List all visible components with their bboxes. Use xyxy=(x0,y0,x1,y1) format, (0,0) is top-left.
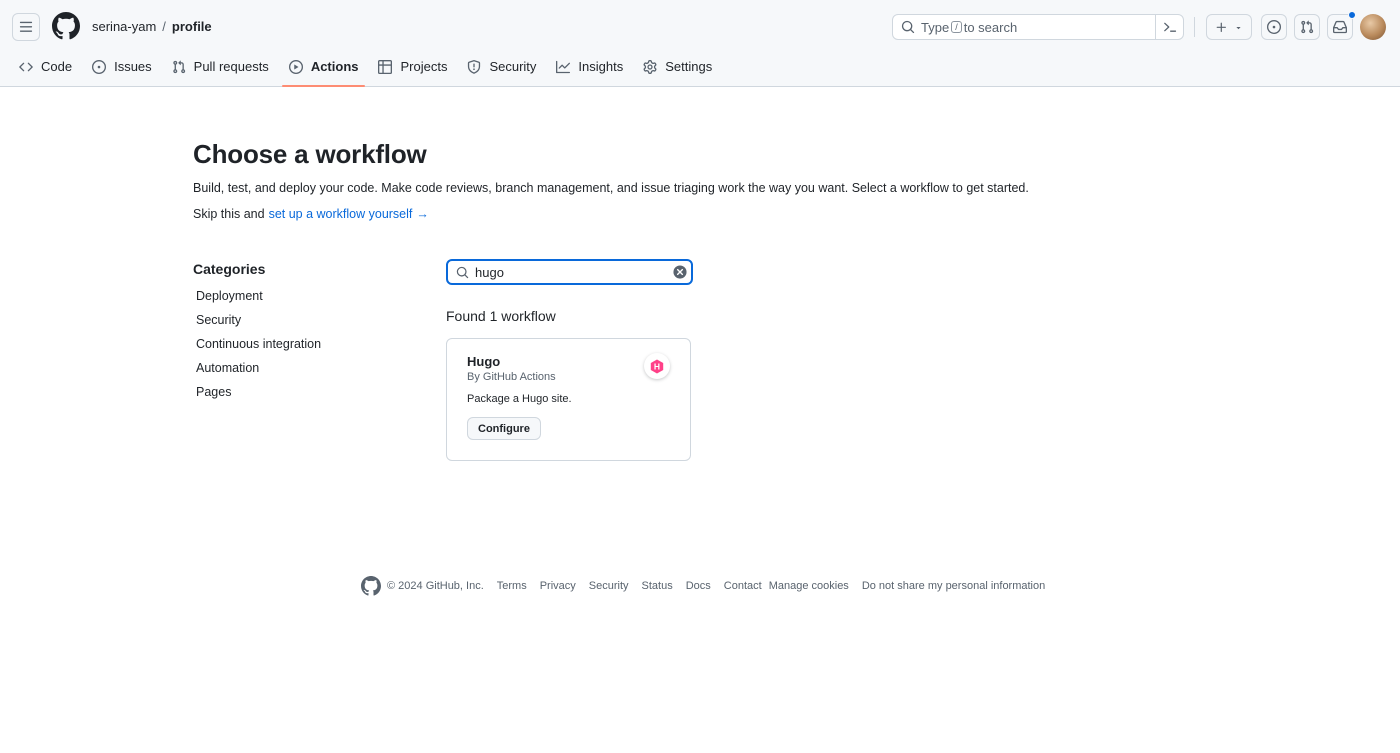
tab-settings-label: Settings xyxy=(665,59,713,74)
repo-nav: Code Issues Pull requests Actions Projec… xyxy=(0,52,725,87)
setup-workflow-link[interactable]: set up a workflow yourself → xyxy=(269,207,429,221)
header-divider xyxy=(1194,17,1195,37)
workflow-search-box xyxy=(446,259,693,285)
hamburger-icon xyxy=(19,21,33,32)
breadcrumb-separator: / xyxy=(162,19,166,34)
workflow-author: By GitHub Actions xyxy=(467,371,556,383)
tab-actions[interactable]: Actions xyxy=(281,52,366,87)
footer-link-do-not-share[interactable]: Do not share my personal information xyxy=(862,580,1045,592)
category-automation[interactable]: Automation xyxy=(193,357,413,381)
footer-link-docs[interactable]: Docs xyxy=(686,580,711,592)
github-footer-logo-icon[interactable] xyxy=(361,576,381,596)
footer: © 2024 GitHub, Inc. Terms Privacy Securi… xyxy=(361,576,1045,596)
tab-pull-requests-label: Pull requests xyxy=(193,59,269,74)
global-search-input[interactable]: Type / to search xyxy=(892,14,1184,40)
command-palette-button[interactable] xyxy=(1155,14,1183,40)
category-deployment[interactable]: Deployment xyxy=(193,285,413,309)
hugo-logo-letter: H xyxy=(654,361,660,371)
search-placeholder: Type / to search xyxy=(921,20,1017,35)
graph-icon xyxy=(556,60,571,73)
tab-issues-label: Issues xyxy=(114,59,152,74)
tab-actions-label: Actions xyxy=(310,59,359,74)
arrow-right-icon: → xyxy=(416,207,429,221)
footer-link-security[interactable]: Security xyxy=(589,580,629,592)
tab-settings[interactable]: Settings xyxy=(636,52,719,81)
search-placeholder-suffix: to search xyxy=(963,19,1018,35)
search-icon xyxy=(901,20,915,34)
categories-sidebar: Categories Deployment Security Continuou… xyxy=(193,261,413,405)
breadcrumb: serina-yam / profile xyxy=(92,19,212,34)
footer-link-manage-cookies[interactable]: Manage cookies xyxy=(769,580,849,592)
setup-workflow-link-label: set up a workflow yourself xyxy=(268,207,413,221)
footer-link-terms[interactable]: Terms xyxy=(497,580,527,592)
clear-search-icon[interactable] xyxy=(673,265,687,279)
shield-icon xyxy=(468,59,481,74)
header-top-row: serina-yam / profile Type / to search xyxy=(0,0,1400,52)
inbox-icon xyxy=(1333,20,1347,34)
repo-link[interactable]: profile xyxy=(172,19,212,34)
category-security[interactable]: Security xyxy=(193,309,413,333)
search-icon xyxy=(456,266,469,278)
unread-indicator xyxy=(1348,11,1356,19)
skip-prefix: Skip this and xyxy=(193,207,265,221)
tab-projects-label: Projects xyxy=(400,59,448,74)
category-continuous-integration[interactable]: Continuous integration xyxy=(193,333,413,357)
caret-down-icon xyxy=(1236,26,1241,29)
search-placeholder-prefix: Type xyxy=(921,19,950,35)
tab-insights-label: Insights xyxy=(578,59,624,74)
terminal-icon xyxy=(1163,22,1176,32)
configure-button[interactable]: Configure xyxy=(467,417,541,440)
footer-copyright: © 2024 GitHub, Inc. xyxy=(387,580,484,592)
slash-key: / xyxy=(951,21,962,33)
tab-projects[interactable]: Projects xyxy=(371,52,454,81)
workflow-search-input[interactable] xyxy=(475,264,665,280)
plus-icon xyxy=(1216,22,1226,32)
gear-icon xyxy=(643,59,657,74)
code-icon xyxy=(19,62,33,71)
github-logo-icon[interactable] xyxy=(52,12,80,40)
avatar[interactable] xyxy=(1360,14,1386,40)
issue-icon xyxy=(92,59,107,74)
tab-code[interactable]: Code xyxy=(12,52,79,81)
app-header: serina-yam / profile Type / to search Co… xyxy=(0,0,1400,87)
notifications-button[interactable] xyxy=(1327,11,1356,40)
play-icon xyxy=(288,59,303,74)
page-description: Build, test, and deploy your code. Make … xyxy=(193,181,1029,195)
footer-link-contact[interactable]: Contact xyxy=(724,580,762,592)
hugo-logo-icon: H xyxy=(644,353,670,379)
categories-title: Categories xyxy=(193,261,266,277)
tab-insights[interactable]: Insights xyxy=(549,52,630,81)
tab-issues[interactable]: Issues xyxy=(85,52,159,81)
owner-link[interactable]: serina-yam xyxy=(92,19,156,34)
skip-line: Skip this and set up a workflow yourself… xyxy=(193,207,429,221)
tab-pull-requests[interactable]: Pull requests xyxy=(165,52,276,81)
workflow-description: Package a Hugo site. xyxy=(467,393,572,405)
tab-code-label: Code xyxy=(41,59,73,74)
workflow-card: Hugo By GitHub Actions Package a Hugo si… xyxy=(446,338,691,461)
results-count: Found 1 workflow xyxy=(446,308,556,324)
pull-request-icon xyxy=(1301,20,1314,34)
your-issues-button[interactable] xyxy=(1261,14,1287,40)
menu-button[interactable] xyxy=(12,13,40,41)
footer-link-status[interactable]: Status xyxy=(642,580,673,592)
page-title: Choose a workflow xyxy=(193,139,427,169)
tab-security[interactable]: Security xyxy=(460,52,543,81)
table-icon xyxy=(378,59,393,74)
category-pages[interactable]: Pages xyxy=(193,381,413,405)
create-new-button[interactable] xyxy=(1206,14,1252,40)
your-pull-requests-button[interactable] xyxy=(1294,14,1320,40)
footer-link-privacy[interactable]: Privacy xyxy=(540,580,576,592)
pull-request-icon xyxy=(172,60,185,73)
tab-security-label: Security xyxy=(489,59,537,74)
workflow-name: Hugo xyxy=(467,354,501,369)
issue-opened-icon xyxy=(1267,20,1281,34)
